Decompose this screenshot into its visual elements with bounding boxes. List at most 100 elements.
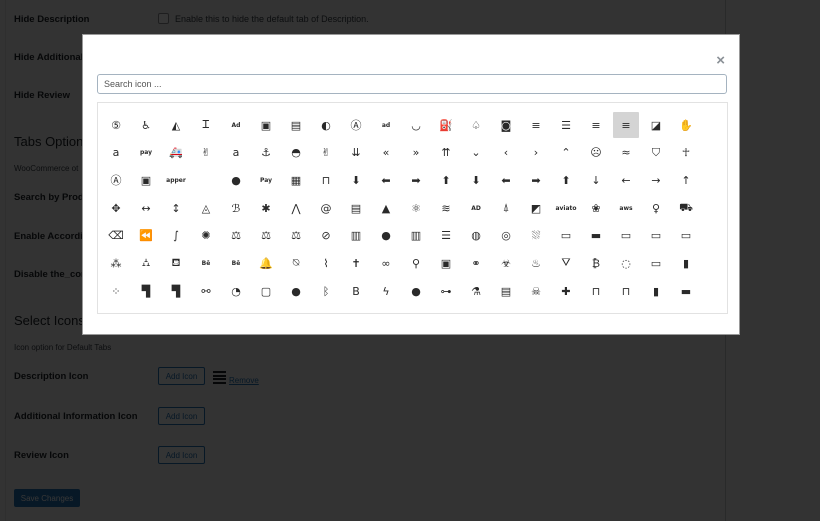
icon-option-battle-net[interactable]: ⁂: [103, 250, 129, 276]
icon-option-bity[interactable]: ◌: [613, 250, 639, 276]
icon-option-border-all[interactable]: ▬: [103, 306, 129, 313]
icon-option-apple-pay[interactable]: Pay: [253, 167, 279, 193]
icon-option-bath[interactable]: ⛆: [523, 223, 549, 249]
icon-option-blender[interactable]: ▜: [133, 278, 159, 304]
icon-option-ankh[interactable]: ☥: [673, 140, 699, 166]
icon-option-btc[interactable]: ⋮: [553, 306, 579, 313]
icon-option-bluetooth-b[interactable]: B: [343, 278, 369, 304]
icon-option-bitbucket[interactable]: ⛛: [553, 250, 579, 276]
icon-option-assistive-listening-systems[interactable]: ℬ: [223, 195, 249, 221]
icon-option-beer[interactable]: ⛾: [163, 250, 189, 276]
icon-option-angry[interactable]: ☹: [583, 140, 609, 166]
icon-option-bluetooth[interactable]: ᛒ: [313, 278, 339, 304]
icon-option-book-reader[interactable]: ⊓: [613, 278, 639, 304]
icon-option-angular[interactable]: ⛉: [643, 140, 669, 166]
icon-option-arrow-down[interactable]: ↓: [583, 167, 609, 193]
icon-option-baby-carriage[interactable]: ⛟: [673, 195, 699, 221]
icon-option-backspace[interactable]: ⌫: [103, 223, 129, 249]
icon-option-bicycle[interactable]: ∞: [373, 250, 399, 276]
icon-option-accusoft[interactable]: ◭: [163, 112, 189, 138]
icon-option-apple-alt[interactable]: ●: [223, 167, 249, 193]
icon-option-adn[interactable]: Ⓐ: [343, 112, 369, 138]
icon-option-align-right[interactable]: ≡: [613, 112, 639, 138]
icon-option-brain[interactable]: ⋯: [343, 306, 369, 313]
icon-option-border-style[interactable]: ▬: [163, 306, 189, 313]
icon-option-arrow-alt-circle-right[interactable]: ➡: [403, 167, 429, 193]
icon-option-apper[interactable]: apper: [163, 167, 189, 193]
icon-option-bug[interactable]: ▪: [613, 306, 639, 313]
icon-option-align-justify[interactable]: ☰: [553, 112, 579, 138]
icon-option-adversal[interactable]: ad: [373, 112, 399, 138]
icon-option-baseball-ball[interactable]: ◍: [463, 223, 489, 249]
icon-option-android[interactable]: ◓: [283, 140, 309, 166]
icon-option-angle-right[interactable]: ›: [523, 140, 549, 166]
icon-option-audible[interactable]: ≋: [433, 195, 459, 221]
icon-option-bowling-ball[interactable]: ●: [193, 306, 219, 313]
icon-option-arrows-alt-h[interactable]: ↔: [133, 195, 159, 221]
icon-option-500px[interactable]: ⑤: [103, 112, 129, 138]
icon-option-american-sign-language-interpreting[interactable]: ✌: [193, 140, 219, 166]
icon-option-angle-double-left[interactable]: «: [373, 140, 399, 166]
icon-option-address-card[interactable]: ▤: [283, 112, 309, 138]
icon-option-briefcase[interactable]: ▬: [403, 306, 429, 313]
icon-option-align-left[interactable]: ≡: [583, 112, 609, 138]
icon-option-bimobject[interactable]: ▣: [433, 250, 459, 276]
icon-option-asterisk[interactable]: ✱: [253, 195, 279, 221]
icon-option-archway[interactable]: ⊓: [313, 167, 339, 193]
icon-option-award[interactable]: ❀: [583, 195, 609, 221]
icon-option-angellist[interactable]: ✌: [313, 140, 339, 166]
icon-option-baby[interactable]: ♀: [643, 195, 669, 221]
icon-option-battery-empty[interactable]: ▭: [553, 223, 579, 249]
icon-option-algolia[interactable]: ◙: [493, 112, 519, 138]
icon-option-blog[interactable]: ◔: [223, 278, 249, 304]
icon-option-ad[interactable]: Ad: [223, 112, 249, 138]
icon-option-barcode[interactable]: ▥: [403, 223, 429, 249]
icon-option-arrow-left[interactable]: ←: [613, 167, 639, 193]
icon-option-ban[interactable]: ⊘: [313, 223, 339, 249]
icon-option-bars[interactable]: ☰: [433, 223, 459, 249]
icon-option-bible[interactable]: ✝: [343, 250, 369, 276]
icon-option-accessible-icon[interactable]: ♿: [133, 112, 159, 138]
icon-option-app-store[interactable]: Ⓐ: [103, 167, 129, 193]
icon-option-bookmark[interactable]: ▮: [643, 278, 669, 304]
icon-option-angle-double-right[interactable]: »: [403, 140, 429, 166]
icon-option-arrows-alt-v[interactable]: ↕: [163, 195, 189, 221]
icon-option-broadcast-tower[interactable]: ⌒: [463, 306, 489, 314]
icon-option-angle-left[interactable]: ‹: [493, 140, 519, 166]
icon-option-asymmetrik[interactable]: ⋀: [283, 195, 309, 221]
icon-option-arrow-circle-up[interactable]: ⬆: [553, 167, 579, 193]
icon-option-angle-double-up[interactable]: ⇈: [433, 140, 459, 166]
icon-option-book-open[interactable]: ⊓: [583, 278, 609, 304]
icon-option-box[interactable]: ▦: [223, 306, 249, 313]
icon-option-atom[interactable]: ⚛: [403, 195, 429, 221]
icon-search-input[interactable]: [97, 74, 727, 94]
icon-option-angle-up[interactable]: ⌃: [553, 140, 579, 166]
icon-option-binoculars[interactable]: ⚭: [463, 250, 489, 276]
icon-option-book[interactable]: ▤: [493, 278, 519, 304]
icon-option-balance-scale[interactable]: ⚖: [223, 223, 249, 249]
icon-option-arrow-up[interactable]: ↑: [673, 167, 699, 193]
icon-option-brush[interactable]: ⋮: [523, 306, 549, 313]
icon-option-air-freshener[interactable]: ⛽: [433, 112, 459, 138]
icon-option-amilia[interactable]: a: [223, 140, 249, 166]
icon-option-bomb[interactable]: ●: [403, 278, 429, 304]
icon-option-battery-quarter[interactable]: ▭: [643, 223, 669, 249]
icon-option-bread-slice[interactable]: ⠿: [373, 306, 399, 313]
icon-option-bone[interactable]: ⊶: [433, 278, 459, 304]
icon-option-band-aid[interactable]: ▥: [343, 223, 369, 249]
icon-option-amazon[interactable]: a: [103, 140, 129, 166]
icon-option-bell[interactable]: 🔔: [253, 250, 279, 276]
icon-option-biking[interactable]: ⚲: [403, 250, 429, 276]
icon-option-at[interactable]: @: [313, 195, 339, 221]
icon-option-balance-scale-left[interactable]: ⚖: [253, 223, 279, 249]
icon-option-bahai[interactable]: ✺: [193, 223, 219, 249]
icon-option-bolt[interactable]: ϟ: [373, 278, 399, 304]
icon-option-boxes[interactable]: ▬: [283, 306, 309, 313]
icon-option-behance[interactable]: Bē: [193, 250, 219, 276]
icon-option-briefcase-medical[interactable]: ▬: [433, 306, 459, 313]
icon-option-airbnb[interactable]: ♤: [463, 112, 489, 138]
icon-option-address-book[interactable]: ▣: [253, 112, 279, 138]
icon-option-battery-three-quarters[interactable]: ▭: [673, 223, 699, 249]
icon-option-allergies[interactable]: ✋: [673, 112, 699, 138]
icon-option-atlassian[interactable]: ▲: [373, 195, 399, 221]
